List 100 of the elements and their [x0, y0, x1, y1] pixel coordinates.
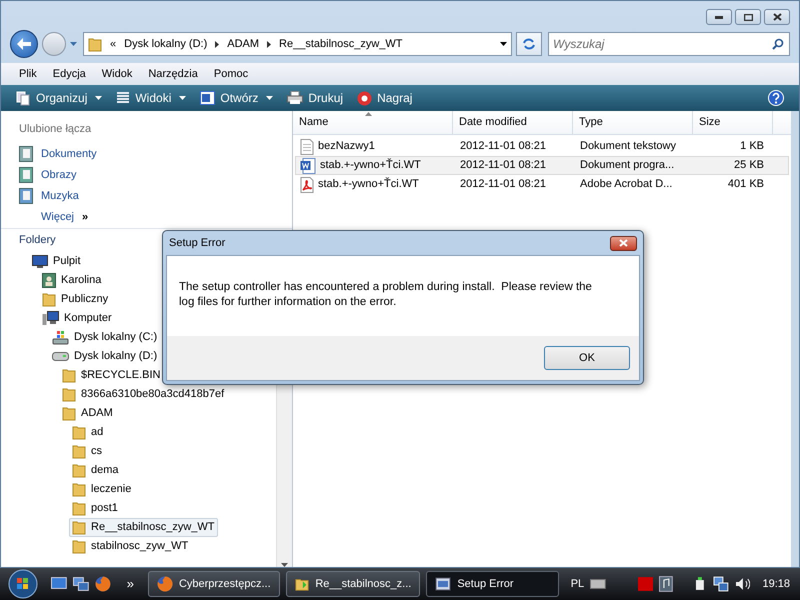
tree-item[interactable]: Komputer [39, 309, 115, 328]
table-cell-text: Dokument tekstowy [579, 139, 677, 154]
taskbar-button[interactable]: Re__stabilnosc_z... [286, 571, 420, 597]
tree-item[interactable]: Publiczny [39, 290, 112, 309]
toolbar-button[interactable]: Widoki [116, 89, 186, 107]
search-icon [772, 38, 784, 50]
toolbar-button[interactable]: Nagraj [357, 89, 412, 107]
tree-item[interactable]: Pulpit [29, 252, 84, 271]
favorite-link[interactable]: Obrazy [19, 164, 274, 186]
windows-drive-icon [52, 330, 69, 345]
file-name: bezNazwy1 [318, 139, 375, 154]
column-header[interactable]: Type [573, 111, 693, 134]
tree-item[interactable]: Dysk lokalny (D:) [49, 347, 160, 366]
network-icon[interactable] [712, 576, 729, 592]
taskbar-button[interactable]: Cyberprzestępcz... [148, 571, 280, 597]
menu-item[interactable]: Edycja [52, 66, 86, 82]
speaker-icon[interactable] [734, 577, 750, 591]
tree-item[interactable]: $RECYCLE.BIN [59, 366, 164, 385]
pages-icon [16, 90, 31, 106]
refresh-button[interactable] [516, 32, 542, 56]
file-row[interactable]: bezNazwy1 2012-11-01 08:21 Dokument tekstowy 1 KB [295, 137, 789, 156]
chevron-right-icon [215, 40, 220, 48]
monitor-icon [32, 255, 48, 268]
caret-icon [70, 42, 77, 46]
tray-icon[interactable] [638, 577, 654, 591]
pdf-file-icon [300, 176, 314, 192]
file-name: stab.+-ywno+Ťci.WT [320, 157, 421, 174]
menu-item[interactable]: Widok [102, 66, 132, 82]
error-message: The setup controller has encountered a problem during install. Please review the log files for further information on the error. [179, 280, 593, 310]
keyboard-icon[interactable] [590, 579, 606, 589]
tree-item[interactable]: 8366a6310be80a3cd418b7ef [59, 385, 228, 404]
column-header[interactable]: Name [293, 111, 453, 134]
menu-item[interactable]: Pomoc [214, 66, 248, 82]
list-view-icon [116, 91, 130, 105]
breadcrumb[interactable]: Dysk lokalny (D:) [124, 36, 208, 52]
desktop-icon[interactable] [51, 577, 68, 591]
breadcrumb[interactable]: « [110, 36, 116, 52]
user-folder-icon [42, 273, 56, 288]
library-icon [19, 167, 33, 184]
browser-icon [94, 576, 111, 592]
language-indicator[interactable]: PL [570, 576, 584, 592]
back-button[interactable] [10, 30, 38, 58]
breadcrumb[interactable]: ADAM [227, 36, 260, 52]
table-cell-text: 401 KB [726, 177, 765, 192]
tree-item[interactable]: stabilnosc_zyw_WT [69, 537, 192, 556]
printer-icon [287, 91, 304, 105]
toolbar-button[interactable]: Organizuj [16, 89, 102, 107]
clock[interactable]: 19:18 [762, 576, 790, 592]
tree-item[interactable]: ADAM [59, 404, 116, 423]
address-bar[interactable]: « Dysk lokalny (D:) ADAM Re__stabilnosc_zyw_WT [83, 32, 512, 56]
search-field[interactable]: Wyszukaj [548, 32, 790, 56]
library-icon [19, 188, 33, 204]
file-row[interactable]: stab.+-ywno+Ťci.WT 2012-11-01 08:21 Dokument progra... 25 KB [295, 156, 789, 175]
folder-icon [42, 292, 56, 307]
maximize-button[interactable] [735, 9, 761, 25]
more-chevrons[interactable]: » [82, 209, 88, 226]
dialog-title: Setup Error [169, 236, 226, 251]
folder-icon [295, 576, 310, 592]
tree-item[interactable]: cs [69, 442, 105, 461]
refresh-icon [522, 38, 536, 50]
favorite-link[interactable]: Muzyka [19, 186, 274, 207]
ok-button[interactable]: OK [544, 346, 630, 370]
text-file-icon [300, 138, 314, 154]
maximize-icon [744, 14, 752, 20]
windows-logo-icon [8, 569, 38, 599]
breadcrumb[interactable]: Re__stabilnosc_zyw_WT [279, 36, 403, 52]
tree-item[interactable]: leczenie [69, 480, 134, 499]
taskbar-button[interactable]: Setup Error [426, 571, 559, 597]
installer-icon [435, 576, 452, 592]
menu-item[interactable]: Plik [19, 66, 37, 82]
favorite-link[interactable]: Dokumenty [19, 144, 274, 165]
browser-icon [156, 576, 173, 592]
tree-item[interactable]: Dysk lokalny (C:) [49, 328, 160, 347]
minimize-button[interactable] [706, 9, 732, 25]
tree-item[interactable]: post1 [69, 499, 121, 518]
menu-item[interactable]: Narzędzia [148, 66, 198, 82]
windows-icon[interactable] [73, 577, 89, 591]
folder-icon [72, 444, 86, 459]
help-icon[interactable] [768, 90, 784, 106]
tree-item[interactable]: dema [69, 461, 122, 480]
column-header[interactable]: Size [693, 111, 773, 134]
toolbar-button[interactable]: Otwórz [200, 89, 274, 107]
more-chevrons[interactable]: » [126, 574, 134, 594]
table-cell-text: Dokument progra... [579, 158, 676, 174]
favorite-link[interactable]: Więcej » [19, 206, 274, 228]
folder-icon [62, 406, 76, 421]
power-icon[interactable] [693, 576, 707, 592]
tree-item[interactable]: Re__stabilnosc_zyw_WT [69, 518, 218, 537]
close-button[interactable] [764, 9, 790, 25]
close-icon [619, 239, 628, 247]
caret-icon [500, 42, 507, 46]
close-button[interactable] [610, 236, 637, 250]
table-cell-text: 2012-11-01 08:21 [459, 177, 548, 192]
column-header[interactable]: Date modified [453, 111, 573, 134]
file-row[interactable]: stab.+-ywno+Ťci.WT 2012-11-01 08:21 Adobe Acrobat D... 401 KB [295, 175, 789, 194]
toolbar-button[interactable]: Drukuj [287, 89, 344, 107]
tree-item[interactable]: Karolina [39, 271, 104, 290]
document-icon [200, 91, 216, 105]
tree-item[interactable]: ad [69, 423, 106, 442]
music-note-icon[interactable] [659, 576, 674, 592]
